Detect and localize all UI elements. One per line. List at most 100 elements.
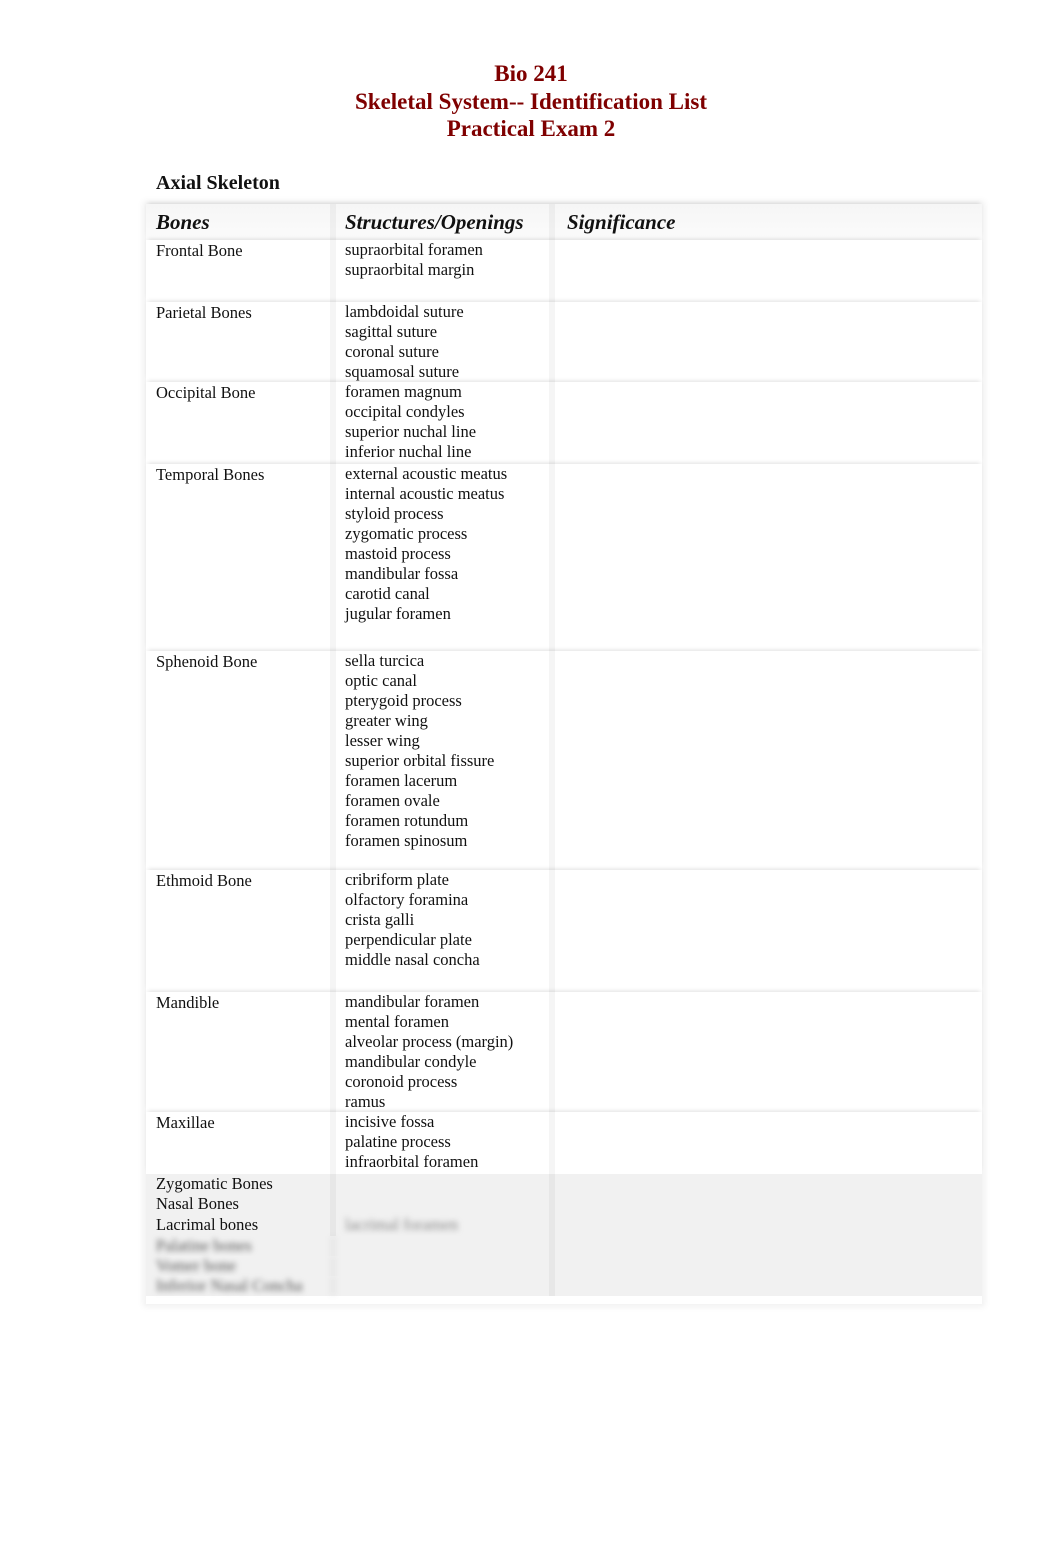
structure-item: mandibular foramen xyxy=(345,992,480,1011)
structure-item: zygomatic process xyxy=(345,524,468,543)
structure-item: lacrimal foramen xyxy=(345,1215,459,1234)
obscured-bone-name: Palatine bones xyxy=(146,1236,336,1256)
structure-item: supraorbital margin xyxy=(345,260,475,279)
table-row: Ethmoid Bone cribriform plate olfactory fo… xyxy=(146,870,982,992)
structure-item: cribriform plate xyxy=(345,870,449,889)
table-header-row: Bones Structures/Openings Significance xyxy=(146,204,982,240)
significance-cell[interactable] xyxy=(555,302,982,382)
bone-name: Lacrimal bones xyxy=(146,1215,336,1236)
structure-item: palatine process xyxy=(345,1132,451,1151)
column-header-structures: Structures/Openings xyxy=(336,204,555,240)
significance-cell[interactable] xyxy=(555,382,982,464)
structures-list: incisive fossa palatine process infraorbit… xyxy=(336,1112,555,1174)
structures-list xyxy=(336,1256,555,1276)
section-heading: Axial Skeleton xyxy=(156,172,280,194)
structures-list: external acoustic meatus internal acousti… xyxy=(336,464,555,651)
significance-cell[interactable] xyxy=(555,464,982,651)
structures-list xyxy=(336,1194,555,1215)
structure-item: coronoid process xyxy=(345,1072,458,1091)
structure-item: alveolar process (margin) xyxy=(345,1032,514,1051)
structure-item: foramen magnum xyxy=(345,382,462,401)
structures-list: lambdoidal suture sagittal suture coronal … xyxy=(336,302,555,382)
column-header-significance: Significance xyxy=(567,210,676,234)
bone-name: Maxillae xyxy=(146,1112,336,1174)
significance-cell[interactable] xyxy=(555,1215,982,1236)
structure-item: internal acoustic meatus xyxy=(345,484,505,503)
structure-item: incisive fossa xyxy=(345,1112,435,1131)
structure-item: inferior nuchal line xyxy=(345,442,472,461)
significance-cell[interactable] xyxy=(555,1256,982,1276)
structure-item: sagittal suture xyxy=(345,322,438,341)
structure-item: squamosal suture xyxy=(345,362,460,381)
obscured-table-row: Palatine bones xyxy=(146,1236,982,1256)
table-row: Temporal Bones external acoustic meatus in… xyxy=(146,464,982,651)
table-row: Zygomatic Bones xyxy=(146,1174,982,1194)
structure-item: pterygoid process xyxy=(345,691,462,710)
structure-item: lesser wing xyxy=(345,731,420,750)
table-row: Lacrimal bones lacrimal foramen xyxy=(146,1215,982,1236)
structure-item: infraorbital foramen xyxy=(345,1152,479,1171)
obscured-table-row: Inferior Nasal Concha xyxy=(146,1276,982,1296)
structures-list xyxy=(336,1174,555,1194)
exam-title: Practical Exam 2 xyxy=(446,116,616,141)
structures-list: supraorbital foramen supraorbital margin xyxy=(336,240,555,302)
structure-item: coronal suture xyxy=(345,342,439,361)
identification-table: Bones Structures/Openings Significance F… xyxy=(146,204,982,1296)
significance-cell[interactable] xyxy=(555,1276,982,1296)
bone-name: Occipital Bone xyxy=(146,382,336,464)
bone-name: Zygomatic Bones xyxy=(146,1174,336,1194)
structure-item: middle nasal concha xyxy=(345,950,480,969)
significance-cell[interactable] xyxy=(555,240,982,302)
table-row: Frontal Bone supraorbital foramen supraorb… xyxy=(146,240,982,302)
table-row: Parietal Bones lambdoidal suture sagittal … xyxy=(146,302,982,382)
structure-item: lambdoidal suture xyxy=(345,302,464,321)
structures-list: mandibular foramen mental foramen alveolar… xyxy=(336,992,555,1112)
structure-item: superior orbital fissure xyxy=(345,751,495,770)
structure-item: mastoid process xyxy=(345,544,451,563)
column-header-bones: Bones xyxy=(146,204,336,240)
structure-item: styloid process xyxy=(345,504,444,523)
structure-item: mental foramen xyxy=(345,1012,449,1031)
significance-cell[interactable] xyxy=(555,1236,982,1256)
obscured-bone-name: Vomer bone xyxy=(146,1256,336,1276)
structure-item: supraorbital foramen xyxy=(345,240,483,259)
structure-item: foramen spinosum xyxy=(345,831,468,850)
bone-name: Sphenoid Bone xyxy=(146,651,336,870)
structure-item: foramen lacerum xyxy=(345,771,458,790)
table-row: Mandible mandibular foramen mental foramen… xyxy=(146,992,982,1112)
significance-cell[interactable] xyxy=(555,651,982,870)
structures-list: cribriform plate olfactory foramina crista… xyxy=(336,870,555,992)
significance-cell[interactable] xyxy=(555,992,982,1112)
table-row: Maxillae incisive fossa palatine process in… xyxy=(146,1112,982,1174)
significance-cell[interactable] xyxy=(555,870,982,992)
bone-name: Temporal Bones xyxy=(146,464,336,651)
structure-item: mandibular condyle xyxy=(345,1052,477,1071)
bone-name: Frontal Bone xyxy=(146,240,336,302)
structure-item: optic canal xyxy=(345,671,417,690)
structure-item: foramen ovale xyxy=(345,791,440,810)
table-row: Nasal Bones xyxy=(146,1194,982,1215)
bone-name: Nasal Bones xyxy=(146,1194,336,1215)
structure-item: occipital condyles xyxy=(345,402,465,421)
structure-item: crista galli xyxy=(345,910,415,929)
structures-list: sella turcica optic canal pterygoid proces… xyxy=(336,651,555,870)
obscured-table-row: Vomer bone xyxy=(146,1256,982,1276)
table-row: Occipital Bone foramen magnum occipital co… xyxy=(146,382,982,464)
significance-cell[interactable] xyxy=(555,1112,982,1174)
structure-item: foramen rotundum xyxy=(345,811,469,830)
document-title: Bio 241 Skeletal System-- Identification… xyxy=(0,60,1062,143)
bone-name: Ethmoid Bone xyxy=(146,870,336,992)
structure-item: ramus xyxy=(345,1092,386,1111)
structure-item: sella turcica xyxy=(345,651,425,670)
structure-item: olfactory foramina xyxy=(345,890,469,909)
structure-item: greater wing xyxy=(345,711,428,730)
structure-item: carotid canal xyxy=(345,584,430,603)
significance-cell[interactable] xyxy=(555,1174,982,1194)
table-row: Sphenoid Bone sella turcica optic canal pte… xyxy=(146,651,982,870)
structures-list xyxy=(336,1276,555,1296)
significance-cell[interactable] xyxy=(555,1194,982,1215)
list-title: Skeletal System-- Identification List xyxy=(354,88,707,114)
structure-item: superior nuchal line xyxy=(345,422,477,441)
structures-list: foramen magnum occipital condyles superior… xyxy=(336,382,555,464)
bone-name: Mandible xyxy=(146,992,336,1112)
